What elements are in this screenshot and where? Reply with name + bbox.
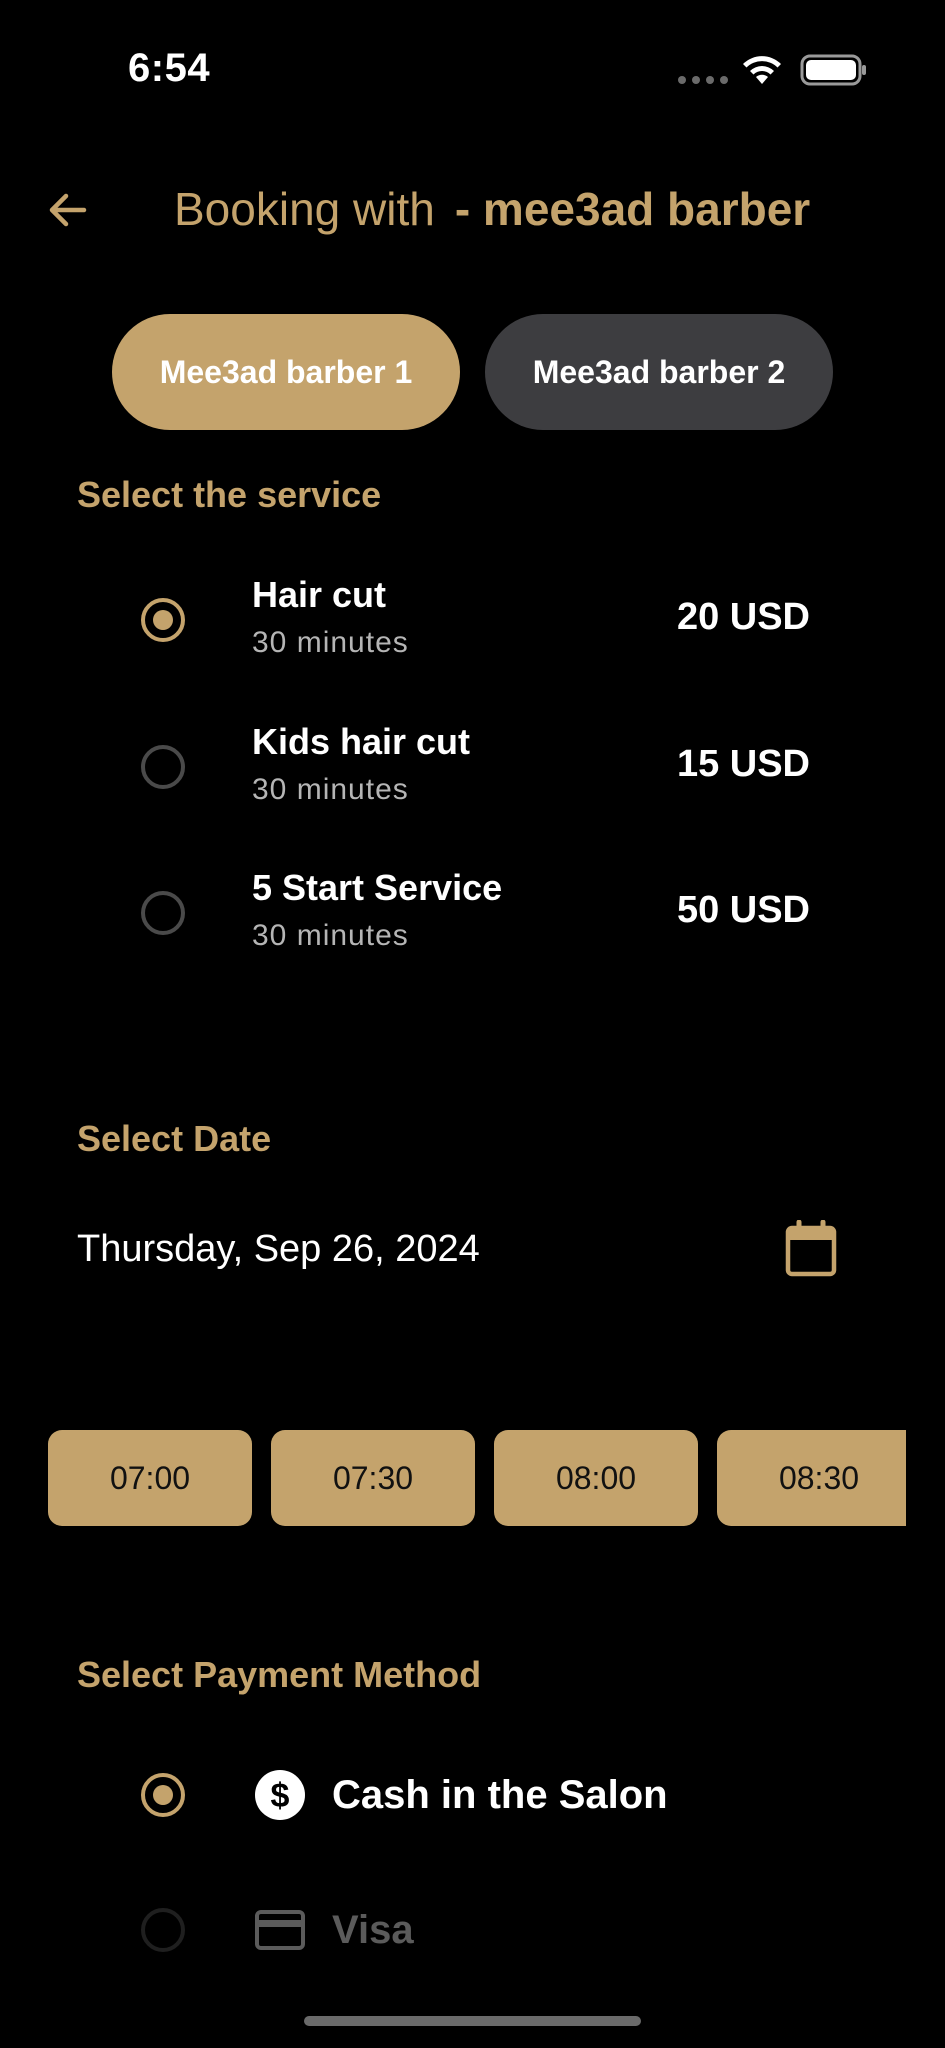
service-duration: 30 minutes <box>252 773 409 806</box>
service-price: 20 USD <box>676 596 810 638</box>
payment-option-cash[interactable]: $ Cash in the Salon <box>0 1765 945 1825</box>
barber-tab-2[interactable]: Mee3ad barber 2 <box>485 314 833 430</box>
calendar-icon[interactable] <box>784 1220 838 1278</box>
service-radio[interactable] <box>141 745 185 789</box>
service-item[interactable]: 5 Start Service 30 minutes 50 USD <box>0 867 945 987</box>
service-price: 50 USD <box>676 889 810 931</box>
service-section-title: Select the service <box>77 474 382 515</box>
service-price: 15 USD <box>676 743 810 785</box>
page-title: Booking with - mee3ad barber <box>174 182 810 236</box>
selected-date: Thursday, Sep 26, 2024 <box>77 1228 480 1270</box>
wifi-icon <box>743 56 781 84</box>
booking-screen: 6:54 Booking with - mee3ad barber Mee3ad … <box>0 0 945 2048</box>
service-radio[interactable] <box>141 891 185 935</box>
service-duration: 30 minutes <box>252 626 409 659</box>
dollar-icon: $ <box>255 1770 305 1820</box>
time-slot[interactable]: 08:30 <box>717 1430 906 1526</box>
service-item[interactable]: Hair cut 30 minutes 20 USD <box>0 574 945 694</box>
time-slot[interactable]: 07:30 <box>271 1430 475 1526</box>
service-name: Hair cut <box>252 574 387 615</box>
credit-card-icon <box>255 1910 305 1950</box>
service-name: Kids hair cut <box>252 721 471 762</box>
payment-section-title: Select Payment Method <box>77 1654 482 1695</box>
payment-radio[interactable] <box>141 1773 185 1817</box>
service-radio[interactable] <box>141 598 185 642</box>
time-slot[interactable]: 07:00 <box>48 1430 252 1526</box>
service-item[interactable]: Kids hair cut 30 minutes 15 USD <box>0 721 945 841</box>
service-name: 5 Start Service <box>252 867 503 908</box>
svg-text:$: $ <box>271 1777 290 1815</box>
page-title-barber-name: - mee3ad barber <box>454 183 811 235</box>
payment-radio[interactable] <box>141 1908 185 1952</box>
signal-icon <box>678 76 728 84</box>
page-title-prefix: Booking with <box>174 183 435 235</box>
payment-label: Cash in the Salon <box>332 1773 668 1817</box>
date-section-title: Select Date <box>77 1118 272 1159</box>
battery-icon <box>800 54 866 86</box>
service-duration: 30 minutes <box>252 919 409 952</box>
status-time: 6:54 <box>128 46 211 90</box>
home-indicator <box>304 2016 641 2026</box>
back-arrow-icon[interactable] <box>44 186 92 234</box>
time-slot[interactable]: 08:00 <box>494 1430 698 1526</box>
barber-tab-1[interactable]: Mee3ad barber 1 <box>112 314 460 430</box>
time-slot-list[interactable]: 07:00 07:30 08:00 08:30 <box>48 1430 906 1526</box>
payment-option-visa[interactable]: Visa <box>0 1900 945 1960</box>
payment-label: Visa <box>332 1908 414 1952</box>
